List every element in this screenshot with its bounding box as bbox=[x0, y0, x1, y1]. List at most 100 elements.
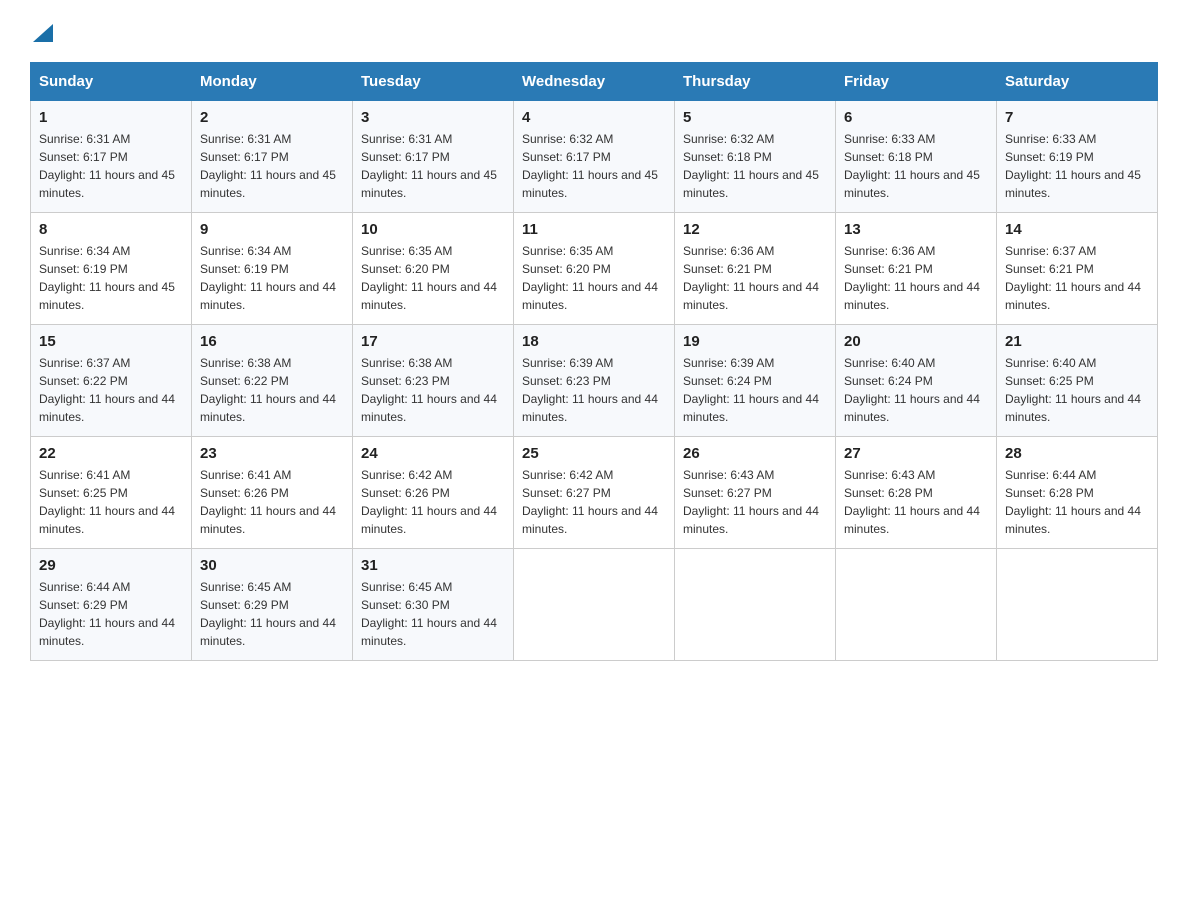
day-info: Sunrise: 6:33 AM Sunset: 6:18 PM Dayligh… bbox=[844, 130, 988, 202]
logo bbox=[30, 20, 53, 42]
day-number: 28 bbox=[1005, 445, 1149, 462]
day-number: 9 bbox=[200, 221, 344, 238]
calendar-cell: 17 Sunrise: 6:38 AM Sunset: 6:23 PM Dayl… bbox=[353, 325, 514, 437]
day-number: 14 bbox=[1005, 221, 1149, 238]
column-header-wednesday: Wednesday bbox=[514, 63, 675, 101]
calendar-cell: 14 Sunrise: 6:37 AM Sunset: 6:21 PM Dayl… bbox=[997, 213, 1158, 325]
day-info: Sunrise: 6:39 AM Sunset: 6:23 PM Dayligh… bbox=[522, 354, 666, 426]
day-info: Sunrise: 6:41 AM Sunset: 6:26 PM Dayligh… bbox=[200, 466, 344, 538]
column-header-tuesday: Tuesday bbox=[353, 63, 514, 101]
day-info: Sunrise: 6:42 AM Sunset: 6:27 PM Dayligh… bbox=[522, 466, 666, 538]
calendar-cell: 19 Sunrise: 6:39 AM Sunset: 6:24 PM Dayl… bbox=[675, 325, 836, 437]
day-number: 25 bbox=[522, 445, 666, 462]
column-header-monday: Monday bbox=[192, 63, 353, 101]
calendar-cell: 13 Sunrise: 6:36 AM Sunset: 6:21 PM Dayl… bbox=[836, 213, 997, 325]
day-number: 30 bbox=[200, 557, 344, 574]
day-info: Sunrise: 6:37 AM Sunset: 6:21 PM Dayligh… bbox=[1005, 242, 1149, 314]
calendar-cell: 22 Sunrise: 6:41 AM Sunset: 6:25 PM Dayl… bbox=[31, 437, 192, 549]
day-number: 17 bbox=[361, 333, 505, 350]
column-header-saturday: Saturday bbox=[997, 63, 1158, 101]
calendar-cell: 3 Sunrise: 6:31 AM Sunset: 6:17 PM Dayli… bbox=[353, 101, 514, 213]
calendar-cell: 7 Sunrise: 6:33 AM Sunset: 6:19 PM Dayli… bbox=[997, 101, 1158, 213]
day-number: 18 bbox=[522, 333, 666, 350]
day-number: 13 bbox=[844, 221, 988, 238]
day-info: Sunrise: 6:42 AM Sunset: 6:26 PM Dayligh… bbox=[361, 466, 505, 538]
day-number: 21 bbox=[1005, 333, 1149, 350]
calendar-cell bbox=[836, 549, 997, 661]
calendar-cell: 30 Sunrise: 6:45 AM Sunset: 6:29 PM Dayl… bbox=[192, 549, 353, 661]
calendar-cell: 15 Sunrise: 6:37 AM Sunset: 6:22 PM Dayl… bbox=[31, 325, 192, 437]
calendar-cell: 21 Sunrise: 6:40 AM Sunset: 6:25 PM Dayl… bbox=[997, 325, 1158, 437]
calendar-table: SundayMondayTuesdayWednesdayThursdayFrid… bbox=[30, 62, 1158, 661]
week-row-2: 8 Sunrise: 6:34 AM Sunset: 6:19 PM Dayli… bbox=[31, 213, 1158, 325]
calendar-cell: 2 Sunrise: 6:31 AM Sunset: 6:17 PM Dayli… bbox=[192, 101, 353, 213]
day-number: 3 bbox=[361, 109, 505, 126]
day-number: 11 bbox=[522, 221, 666, 238]
column-header-friday: Friday bbox=[836, 63, 997, 101]
day-info: Sunrise: 6:31 AM Sunset: 6:17 PM Dayligh… bbox=[39, 130, 183, 202]
day-number: 24 bbox=[361, 445, 505, 462]
calendar-cell: 24 Sunrise: 6:42 AM Sunset: 6:26 PM Dayl… bbox=[353, 437, 514, 549]
day-number: 1 bbox=[39, 109, 183, 126]
day-number: 22 bbox=[39, 445, 183, 462]
calendar-cell: 23 Sunrise: 6:41 AM Sunset: 6:26 PM Dayl… bbox=[192, 437, 353, 549]
column-header-sunday: Sunday bbox=[31, 63, 192, 101]
calendar-cell bbox=[997, 549, 1158, 661]
day-number: 2 bbox=[200, 109, 344, 126]
calendar-cell: 27 Sunrise: 6:43 AM Sunset: 6:28 PM Dayl… bbox=[836, 437, 997, 549]
day-info: Sunrise: 6:31 AM Sunset: 6:17 PM Dayligh… bbox=[200, 130, 344, 202]
day-info: Sunrise: 6:38 AM Sunset: 6:22 PM Dayligh… bbox=[200, 354, 344, 426]
calendar-cell: 10 Sunrise: 6:35 AM Sunset: 6:20 PM Dayl… bbox=[353, 213, 514, 325]
day-number: 6 bbox=[844, 109, 988, 126]
day-info: Sunrise: 6:44 AM Sunset: 6:28 PM Dayligh… bbox=[1005, 466, 1149, 538]
day-info: Sunrise: 6:45 AM Sunset: 6:29 PM Dayligh… bbox=[200, 578, 344, 650]
calendar-cell: 5 Sunrise: 6:32 AM Sunset: 6:18 PM Dayli… bbox=[675, 101, 836, 213]
calendar-cell: 8 Sunrise: 6:34 AM Sunset: 6:19 PM Dayli… bbox=[31, 213, 192, 325]
calendar-cell: 31 Sunrise: 6:45 AM Sunset: 6:30 PM Dayl… bbox=[353, 549, 514, 661]
week-row-1: 1 Sunrise: 6:31 AM Sunset: 6:17 PM Dayli… bbox=[31, 101, 1158, 213]
week-row-3: 15 Sunrise: 6:37 AM Sunset: 6:22 PM Dayl… bbox=[31, 325, 1158, 437]
day-number: 8 bbox=[39, 221, 183, 238]
day-info: Sunrise: 6:38 AM Sunset: 6:23 PM Dayligh… bbox=[361, 354, 505, 426]
day-number: 27 bbox=[844, 445, 988, 462]
day-number: 4 bbox=[522, 109, 666, 126]
calendar-cell: 11 Sunrise: 6:35 AM Sunset: 6:20 PM Dayl… bbox=[514, 213, 675, 325]
column-header-thursday: Thursday bbox=[675, 63, 836, 101]
day-info: Sunrise: 6:33 AM Sunset: 6:19 PM Dayligh… bbox=[1005, 130, 1149, 202]
calendar-cell: 26 Sunrise: 6:43 AM Sunset: 6:27 PM Dayl… bbox=[675, 437, 836, 549]
day-info: Sunrise: 6:32 AM Sunset: 6:17 PM Dayligh… bbox=[522, 130, 666, 202]
day-info: Sunrise: 6:40 AM Sunset: 6:24 PM Dayligh… bbox=[844, 354, 988, 426]
day-info: Sunrise: 6:43 AM Sunset: 6:27 PM Dayligh… bbox=[683, 466, 827, 538]
calendar-cell: 16 Sunrise: 6:38 AM Sunset: 6:22 PM Dayl… bbox=[192, 325, 353, 437]
day-number: 10 bbox=[361, 221, 505, 238]
calendar-cell: 28 Sunrise: 6:44 AM Sunset: 6:28 PM Dayl… bbox=[997, 437, 1158, 549]
day-info: Sunrise: 6:35 AM Sunset: 6:20 PM Dayligh… bbox=[361, 242, 505, 314]
day-info: Sunrise: 6:35 AM Sunset: 6:20 PM Dayligh… bbox=[522, 242, 666, 314]
calendar-cell: 1 Sunrise: 6:31 AM Sunset: 6:17 PM Dayli… bbox=[31, 101, 192, 213]
day-number: 7 bbox=[1005, 109, 1149, 126]
calendar-cell bbox=[514, 549, 675, 661]
day-info: Sunrise: 6:32 AM Sunset: 6:18 PM Dayligh… bbox=[683, 130, 827, 202]
calendar-cell: 4 Sunrise: 6:32 AM Sunset: 6:17 PM Dayli… bbox=[514, 101, 675, 213]
day-number: 20 bbox=[844, 333, 988, 350]
day-info: Sunrise: 6:41 AM Sunset: 6:25 PM Dayligh… bbox=[39, 466, 183, 538]
day-info: Sunrise: 6:45 AM Sunset: 6:30 PM Dayligh… bbox=[361, 578, 505, 650]
page-header bbox=[30, 20, 1158, 42]
calendar-cell: 6 Sunrise: 6:33 AM Sunset: 6:18 PM Dayli… bbox=[836, 101, 997, 213]
day-info: Sunrise: 6:36 AM Sunset: 6:21 PM Dayligh… bbox=[844, 242, 988, 314]
calendar-cell bbox=[675, 549, 836, 661]
day-info: Sunrise: 6:37 AM Sunset: 6:22 PM Dayligh… bbox=[39, 354, 183, 426]
day-number: 26 bbox=[683, 445, 827, 462]
day-info: Sunrise: 6:34 AM Sunset: 6:19 PM Dayligh… bbox=[200, 242, 344, 314]
calendar-cell: 29 Sunrise: 6:44 AM Sunset: 6:29 PM Dayl… bbox=[31, 549, 192, 661]
day-info: Sunrise: 6:36 AM Sunset: 6:21 PM Dayligh… bbox=[683, 242, 827, 314]
day-info: Sunrise: 6:40 AM Sunset: 6:25 PM Dayligh… bbox=[1005, 354, 1149, 426]
day-number: 31 bbox=[361, 557, 505, 574]
day-number: 12 bbox=[683, 221, 827, 238]
day-number: 29 bbox=[39, 557, 183, 574]
day-number: 5 bbox=[683, 109, 827, 126]
week-row-5: 29 Sunrise: 6:44 AM Sunset: 6:29 PM Dayl… bbox=[31, 549, 1158, 661]
day-info: Sunrise: 6:43 AM Sunset: 6:28 PM Dayligh… bbox=[844, 466, 988, 538]
day-info: Sunrise: 6:34 AM Sunset: 6:19 PM Dayligh… bbox=[39, 242, 183, 314]
week-row-4: 22 Sunrise: 6:41 AM Sunset: 6:25 PM Dayl… bbox=[31, 437, 1158, 549]
